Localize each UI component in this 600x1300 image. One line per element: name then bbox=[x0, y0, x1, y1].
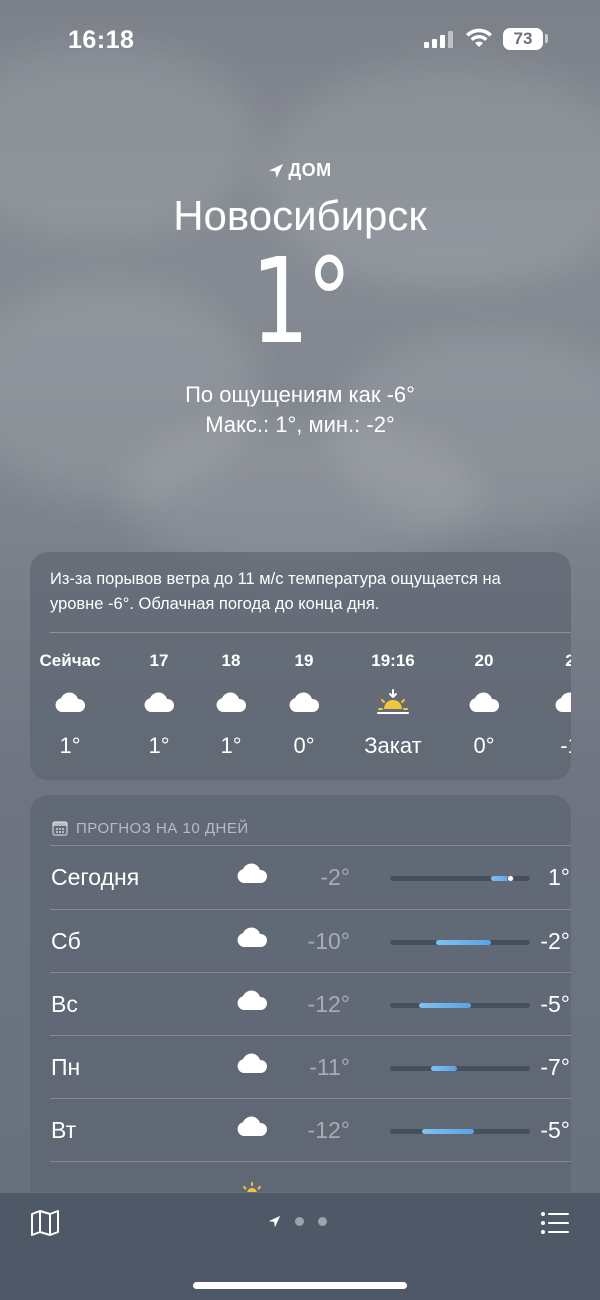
location-page-dot-icon[interactable] bbox=[268, 1215, 281, 1228]
daily-list: Сегодня -2° 1° Сб -10° -2° Вс -12° -5° Пн -11° -7° В… bbox=[30, 846, 571, 1161]
page-dot[interactable] bbox=[318, 1217, 327, 1226]
daily-header-text: ПРОГНОЗ НА 10 ДНЕЙ bbox=[76, 819, 249, 837]
home-indicator[interactable] bbox=[193, 1282, 407, 1289]
weather-summary: Из-за порывов ветра до 11 м/с температур… bbox=[50, 570, 501, 613]
hour-temperature: Закат bbox=[364, 733, 422, 758]
page-dot[interactable] bbox=[295, 1217, 304, 1226]
hour-temperature: 0° bbox=[293, 733, 315, 758]
temperature-range-bar bbox=[390, 1003, 530, 1008]
hour-label: 19 bbox=[294, 651, 314, 670]
cloud-icon bbox=[144, 692, 175, 712]
temperature-range-bar bbox=[390, 940, 530, 945]
cloud-icon bbox=[237, 1116, 268, 1136]
status-time: 16:18 bbox=[68, 26, 135, 54]
page-indicator[interactable] bbox=[268, 1215, 327, 1228]
hour-label: Сейчас bbox=[39, 651, 101, 670]
hourly-item: Сейчас 1° bbox=[30, 633, 115, 759]
hourly-item: 19 0° bbox=[259, 633, 349, 759]
day-row[interactable]: Сегодня -2° 1° bbox=[50, 846, 571, 909]
cloud-icon bbox=[55, 692, 86, 712]
day-name: Пн bbox=[51, 1054, 81, 1080]
day-name: Вт bbox=[51, 1117, 77, 1143]
cellular-signal-icon bbox=[424, 30, 453, 48]
daily-forecast-header: ПРОГНОЗ НА 10 ДНЕЙ bbox=[30, 795, 571, 845]
hourly-item: 2 -1 bbox=[525, 633, 571, 759]
cloud-icon bbox=[237, 990, 268, 1010]
hour-label: 19:16 bbox=[371, 651, 415, 670]
hour-temperature: 1° bbox=[59, 733, 81, 758]
day-row[interactable]: Сб -10° -2° bbox=[50, 909, 571, 972]
day-row[interactable]: Вс -12° -5° bbox=[50, 972, 571, 1035]
day-low-temp: -12° bbox=[307, 991, 350, 1017]
calendar-icon bbox=[52, 821, 68, 836]
day-high-temp: -2° bbox=[540, 928, 570, 954]
temperature-range-bar bbox=[390, 875, 530, 882]
list-icon[interactable] bbox=[540, 1211, 570, 1235]
sunset-icon bbox=[377, 689, 409, 714]
day-low-temp: -2° bbox=[320, 864, 350, 890]
day-high-temp: -7° bbox=[540, 1054, 570, 1080]
home-location-label: ДОМ bbox=[268, 160, 331, 181]
hourly-list[interactable]: Сейчас1°171°181°190°19:16Закат200°2-1 bbox=[30, 633, 571, 780]
hourly-forecast-card[interactable]: Из-за порывов ветра до 11 м/с температур… bbox=[30, 552, 571, 780]
hour-temperature: -1 bbox=[560, 733, 571, 758]
temperature-range-fill bbox=[430, 1066, 458, 1071]
feels-like: По ощущениям как -6° bbox=[185, 381, 415, 407]
day-name: Сегодня bbox=[51, 864, 140, 890]
cloud-icon bbox=[289, 692, 320, 712]
day-high-temp: -5° bbox=[540, 991, 570, 1017]
cloud-icon bbox=[555, 692, 571, 712]
day-high-temp: 1° bbox=[548, 864, 570, 890]
hour-label: 20 bbox=[474, 651, 494, 670]
status-bar: 16:18 73 bbox=[0, 0, 600, 80]
day-low-temp: -10° bbox=[307, 928, 350, 954]
day-row[interactable]: Пн -11° -7° bbox=[50, 1035, 571, 1098]
battery-indicator: 73 bbox=[503, 28, 543, 50]
temperature-range-fill bbox=[436, 940, 491, 945]
day-name: Вс bbox=[51, 991, 78, 1017]
day-low-temp: -11° bbox=[309, 1054, 350, 1080]
day-name: Сб bbox=[51, 928, 81, 954]
wifi-icon bbox=[466, 28, 492, 47]
hourly-item: 19:16 Закат bbox=[348, 633, 438, 759]
current-weather: ДОМ Новосибирск 1° По ощущениям как -6° … bbox=[0, 160, 600, 438]
temperature-range-fill bbox=[422, 1129, 474, 1134]
day-row[interactable]: Вт -12° -5° bbox=[50, 1098, 571, 1161]
day-low-temp: -12° bbox=[307, 1117, 350, 1143]
min-max-temperature: Макс.: 1°, мин.: -2° bbox=[205, 411, 395, 437]
current-temperature: 1° bbox=[250, 231, 352, 370]
temperature-range-bar bbox=[390, 1129, 530, 1134]
current-temp-dot bbox=[506, 875, 514, 882]
temperature-range-fill bbox=[419, 1003, 472, 1008]
temperature-range-bar bbox=[390, 1066, 530, 1071]
map-icon[interactable] bbox=[30, 1209, 60, 1237]
cloud-icon bbox=[237, 1053, 268, 1073]
home-label-text: ДОМ bbox=[288, 160, 332, 180]
hourly-item: 20 0° bbox=[439, 633, 529, 759]
location-arrow-icon bbox=[269, 163, 284, 178]
day-high-temp: -5° bbox=[540, 1117, 570, 1143]
cloud-icon bbox=[237, 927, 268, 947]
hour-label: 2 bbox=[565, 651, 571, 670]
cloud-icon bbox=[216, 692, 247, 712]
cloud-icon bbox=[469, 692, 500, 712]
cloud-icon bbox=[237, 863, 268, 883]
hour-temperature: 0° bbox=[473, 733, 495, 758]
daily-forecast-card[interactable]: ПРОГНОЗ НА 10 ДНЕЙ Сегодня -2° 1° Сб -10° -2°… bbox=[30, 795, 571, 1205]
battery-tip bbox=[545, 34, 548, 43]
